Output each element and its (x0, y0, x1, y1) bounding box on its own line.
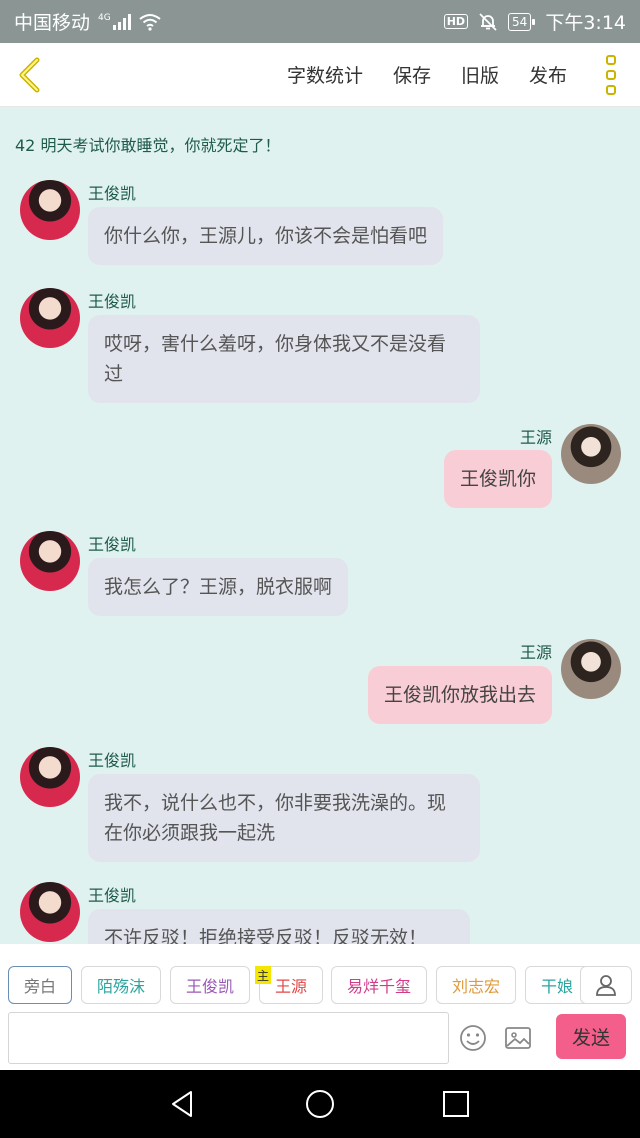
word-count-button[interactable]: 字数统计 (272, 61, 378, 88)
back-icon[interactable] (166, 1088, 198, 1120)
avatar[interactable] (20, 747, 80, 807)
role-selector: 旁白 陌殇沫 王俊凯 王源 主 易烊千玺 刘志宏 干娘 (0, 944, 640, 1010)
message-input-row: 发送 (0, 1010, 640, 1070)
chat-bubble[interactable]: 你什么你，王源儿，你该不会是怕看吧 (88, 207, 444, 265)
hd-icon: HD (443, 14, 469, 29)
home-icon[interactable] (304, 1088, 336, 1120)
recents-icon[interactable] (440, 1088, 472, 1120)
image-button[interactable] (503, 1023, 533, 1053)
emoji-icon (460, 1025, 486, 1051)
role-chip[interactable]: 易烊千玺 (331, 966, 427, 1004)
editor-toolbar: 字数统计 保存 旧版 发布 (0, 43, 640, 107)
clock: 下午3:14 (545, 12, 626, 34)
save-button[interactable]: 保存 (378, 61, 446, 88)
status-bar: 中国移动 4G HD 54 下午3:14 (0, 0, 640, 43)
sender-name: 王俊凯 (88, 751, 137, 770)
avatar[interactable] (20, 180, 80, 240)
publish-button[interactable]: 发布 (514, 61, 582, 88)
message-input[interactable] (8, 1012, 449, 1064)
chat-bubble[interactable]: 王俊凯你 (443, 450, 552, 508)
sender-name: 王俊凯 (88, 184, 137, 203)
role-chip[interactable]: 陌殇沫 (81, 966, 161, 1004)
chat-bubble[interactable]: 不许反驳！拒绝接受反驳！反驳无效！ (88, 909, 470, 944)
chat-bubble[interactable]: 哎呀，害什么羞呀，你身体我又不是没看过 (88, 315, 480, 403)
navigation-bar (0, 1070, 640, 1138)
sender-name: 王俊凯 (88, 535, 137, 554)
send-button[interactable]: 发送 (556, 1014, 626, 1059)
person-icon (596, 975, 616, 996)
avatar[interactable] (561, 639, 621, 699)
back-button[interactable] (0, 43, 58, 107)
role-chip-narrator[interactable]: 旁白 (8, 966, 72, 1004)
more-vertical-icon[interactable] (582, 43, 640, 107)
chat-bubble[interactable]: 王俊凯你放我出去 (367, 666, 552, 724)
chat-content[interactable]: 42 明天考试你敢睡觉，你就死定了！ 王俊凯 你什么你，王源儿，你该不会是怕看吧… (0, 108, 640, 944)
wifi-icon (139, 13, 161, 31)
image-icon (505, 1027, 531, 1049)
chat-bubble[interactable]: 我怎么了？王源，脱衣服啊 (88, 558, 349, 616)
chapter-title: 42 明天考试你敢睡觉，你就死定了！ (15, 136, 281, 155)
avatar[interactable] (20, 288, 80, 348)
role-chip[interactable]: 王俊凯 (170, 966, 250, 1004)
carrier-name: 中国移动 (14, 12, 91, 34)
battery-icon: 54 (508, 12, 536, 31)
host-badge: 主 (255, 966, 271, 984)
emoji-button[interactable] (458, 1023, 488, 1053)
avatar[interactable] (561, 424, 621, 484)
signal-icon: 4G (98, 12, 131, 30)
old-version-button[interactable]: 旧版 (446, 61, 514, 88)
sender-name: 王源 (519, 643, 552, 662)
network-type: 4G (98, 12, 111, 23)
chat-bubble[interactable]: 我不，说什么也不，你非要我洗澡的。现在你必须跟我一起洗 (88, 774, 480, 862)
sender-name: 王俊凯 (88, 886, 137, 905)
chevron-left-icon (19, 57, 40, 92)
sender-name: 王源 (519, 428, 552, 447)
avatar[interactable] (20, 882, 80, 942)
role-chip[interactable]: 刘志宏 (436, 966, 516, 1004)
add-role-button[interactable] (580, 966, 632, 1004)
sender-name: 王俊凯 (88, 292, 137, 311)
avatar[interactable] (20, 531, 80, 591)
mute-bell-icon (479, 12, 497, 31)
